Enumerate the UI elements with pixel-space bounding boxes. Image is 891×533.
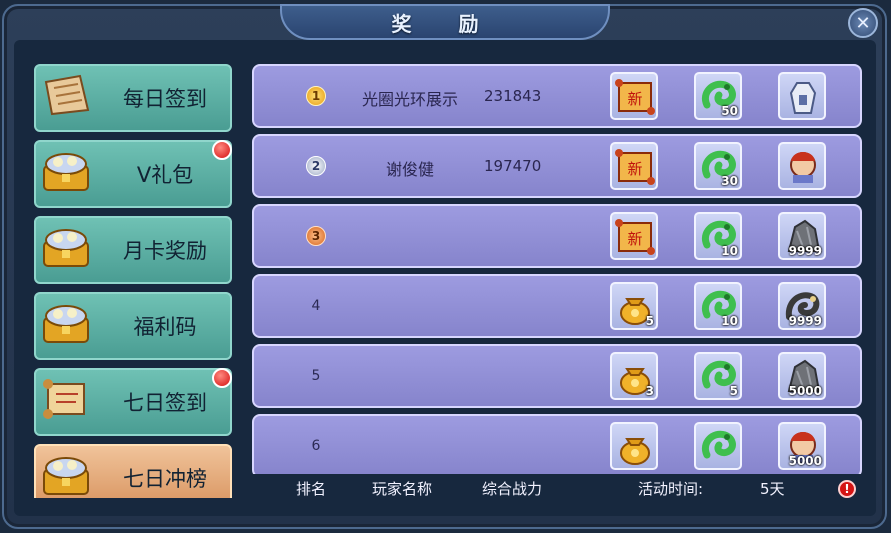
green-dragon-icon[interactable]: 10 bbox=[694, 212, 742, 260]
new-scroll-icon[interactable]: 新 bbox=[610, 142, 658, 190]
sidebar-item-gift-code[interactable]: 福利码 bbox=[34, 292, 232, 360]
item-quantity: 5000 bbox=[788, 384, 822, 398]
title-plate: 奖 励 bbox=[280, 4, 610, 40]
item-quantity: 10 bbox=[721, 314, 738, 328]
treasure-chest-icon bbox=[40, 452, 92, 498]
silver-medal-icon: 2 bbox=[306, 156, 326, 176]
item-quantity: 9999 bbox=[788, 244, 822, 258]
gold-bag-icon[interactable]: 3 bbox=[610, 352, 658, 400]
svg-text:新: 新 bbox=[627, 160, 642, 178]
bronze-medal-icon: 3 bbox=[306, 226, 326, 246]
stone-icon[interactable]: 9999 bbox=[778, 212, 826, 260]
notification-badge bbox=[212, 368, 232, 388]
player-name: 谢俊健 bbox=[385, 160, 434, 179]
sidebar-item-label: 每日签到 bbox=[123, 87, 207, 111]
activity-time-value: 5天 bbox=[760, 480, 785, 498]
sidebar-item-vip-gift[interactable]: V礼包 bbox=[34, 140, 232, 208]
item-quantity: 3 bbox=[645, 384, 654, 398]
character-portrait-icon[interactable]: 5000 bbox=[778, 422, 826, 470]
column-header-rank: 排名 bbox=[296, 480, 327, 498]
sidebar-item-monthly-card[interactable]: 月卡奖励 bbox=[34, 216, 232, 284]
green-dragon-icon[interactable]: 50 bbox=[694, 72, 742, 120]
rank-number: 4 bbox=[311, 298, 321, 314]
sidebar-item-label: V礼包 bbox=[136, 163, 194, 187]
window-title: 奖 励 bbox=[391, 11, 499, 36]
item-quantity: 5 bbox=[729, 384, 738, 398]
new-scroll-icon[interactable]: 新 bbox=[610, 72, 658, 120]
sidebar: 每日签到 V礼包 月卡奖励 福利码 七日签到 七日冲榜 bbox=[26, 58, 242, 498]
green-dragon-icon[interactable]: 5 bbox=[694, 352, 742, 400]
sidebar-item-daily-signin[interactable]: 每日签到 bbox=[34, 64, 232, 132]
notification-badge bbox=[212, 140, 232, 160]
dark-dragon-icon[interactable]: 9999 bbox=[778, 282, 826, 330]
new-scroll-icon[interactable]: 新 bbox=[610, 212, 658, 260]
sidebar-item-label: 七日签到 bbox=[123, 391, 207, 415]
item-quantity: 30 bbox=[721, 174, 738, 188]
close-icon[interactable]: ✕ bbox=[848, 8, 878, 38]
warning-icon[interactable]: ! bbox=[838, 480, 856, 498]
sidebar-item-label: 月卡奖励 bbox=[123, 239, 207, 263]
item-quantity: 5 bbox=[645, 314, 654, 328]
treasure-chest-icon bbox=[40, 224, 92, 270]
gold-bag-icon[interactable] bbox=[610, 422, 658, 470]
ranking-row: 1 光圈光环展示 231843 新 50 bbox=[252, 64, 862, 128]
green-dragon-icon[interactable] bbox=[694, 422, 742, 470]
player-power: 197470 bbox=[484, 157, 542, 175]
column-header-power: 综合战力 bbox=[482, 480, 543, 498]
item-quantity: 9999 bbox=[788, 314, 822, 328]
ranking-footer: 排名 玩家名称 综合战力 活动时间: 5天 bbox=[252, 476, 864, 502]
column-header-player-name: 玩家名称 bbox=[372, 480, 433, 498]
activity-time-label: 活动时间: bbox=[638, 480, 704, 498]
player-power: 231843 bbox=[484, 87, 542, 105]
white-outfit-icon[interactable] bbox=[778, 72, 826, 120]
ranking-row: 6 5000 bbox=[252, 414, 862, 474]
sidebar-item-seven-day-signin[interactable]: 七日签到 bbox=[34, 368, 232, 436]
item-quantity: 5000 bbox=[788, 454, 822, 468]
treasure-chest-icon bbox=[40, 300, 92, 346]
ranking-row: 3 新 10 9999 bbox=[252, 204, 862, 268]
rank-number: 5 bbox=[311, 368, 321, 384]
svg-text:新: 新 bbox=[627, 230, 642, 248]
stone-icon[interactable]: 5000 bbox=[778, 352, 826, 400]
rank-number: 6 bbox=[311, 438, 321, 454]
green-dragon-icon[interactable]: 10 bbox=[694, 282, 742, 330]
gold-medal-icon: 1 bbox=[306, 86, 326, 106]
gold-bag-icon[interactable]: 5 bbox=[610, 282, 658, 330]
sidebar-item-seven-day-ranking[interactable]: 七日冲榜 bbox=[34, 444, 232, 498]
item-quantity: 50 bbox=[721, 104, 738, 118]
ranking-row: 4 5 10 9999 bbox=[252, 274, 862, 338]
player-name: 光圈光环展示 bbox=[361, 90, 458, 109]
item-quantity: 10 bbox=[721, 244, 738, 258]
green-dragon-icon[interactable]: 30 bbox=[694, 142, 742, 190]
sidebar-item-label: 福利码 bbox=[133, 315, 197, 339]
svg-text:新: 新 bbox=[627, 90, 642, 108]
ranking-row: 2 谢俊健 197470 新 30 bbox=[252, 134, 862, 198]
ranking-row: 5 3 5 5000 bbox=[252, 344, 862, 408]
ranking-list[interactable]: 1 光圈光环展示 231843 新 50 2 谢俊健 197470 新 30 3 bbox=[252, 62, 864, 474]
sidebar-item-label: 七日冲榜 bbox=[123, 467, 207, 491]
scroll-icon bbox=[40, 72, 92, 118]
character-portrait-icon[interactable] bbox=[778, 142, 826, 190]
scroll-icon bbox=[40, 376, 92, 422]
treasure-chest-icon bbox=[40, 148, 92, 194]
